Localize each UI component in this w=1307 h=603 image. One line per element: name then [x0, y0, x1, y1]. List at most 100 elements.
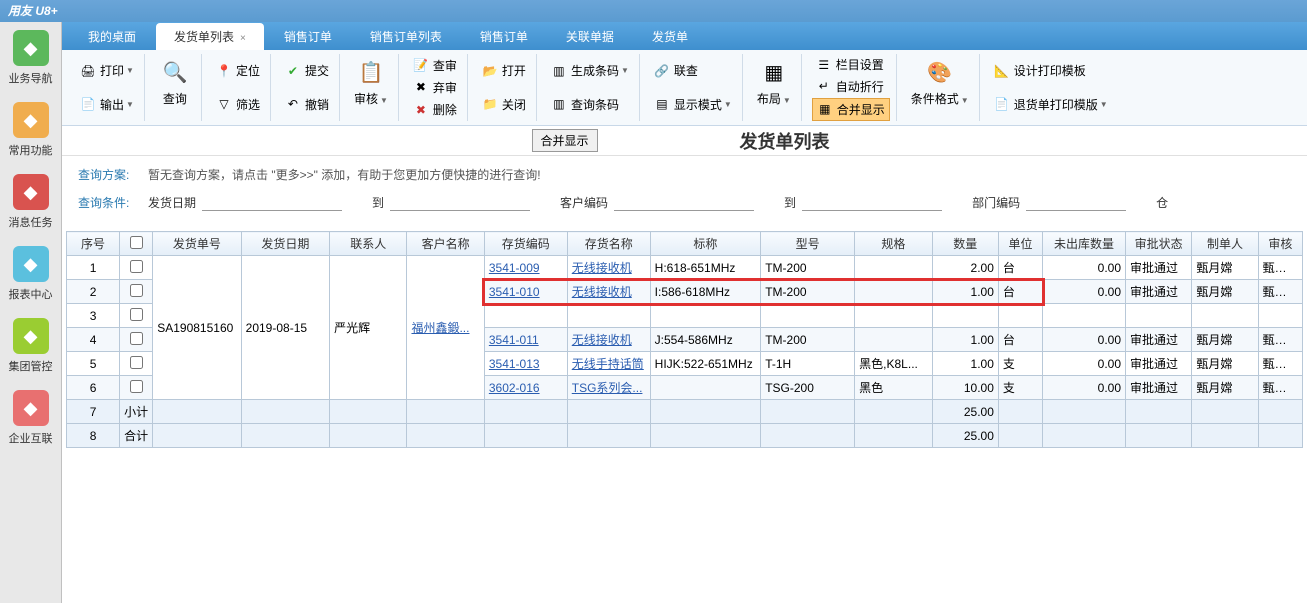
col-header[interactable]: 型号	[761, 232, 855, 256]
mergeshow-button[interactable]: ▦合并显示	[812, 98, 890, 121]
name-link[interactable]: 无线接收机	[572, 285, 632, 299]
name-link[interactable]: TSG系列会...	[572, 381, 643, 395]
ship-date-from-input[interactable]	[202, 193, 342, 211]
col-header[interactable]: 审核	[1258, 232, 1302, 256]
condfmt-button[interactable]: 🎨条件格式▼	[907, 54, 973, 109]
sidebar-label: 常用功能	[2, 142, 59, 158]
tab-1[interactable]: 发货单列表×	[156, 23, 264, 50]
sidebar-item-3[interactable]: ◆报表中心	[0, 238, 61, 310]
code-link[interactable]: 3541-009	[489, 261, 540, 275]
abandon-button[interactable]: ✖弃审	[409, 77, 461, 98]
code-link[interactable]: 3541-011	[489, 333, 539, 347]
col-header[interactable]: 标称	[650, 232, 761, 256]
tab-2[interactable]: 销售订单	[266, 23, 350, 50]
col-header[interactable]: 存货名称	[567, 232, 650, 256]
output-button[interactable]: 📄输出▼	[76, 94, 138, 115]
customer-link[interactable]: 福州鑫鍛...	[411, 321, 469, 335]
cell-spec: I:586-618MHz	[650, 280, 761, 304]
cell-status: 审批通过	[1126, 280, 1192, 304]
name-link[interactable]: 无线手持话筒	[572, 357, 644, 371]
tab-0[interactable]: 我的桌面	[70, 23, 154, 50]
chevron-down-icon: ▼	[621, 66, 629, 75]
open-button[interactable]: 📂打开	[478, 60, 530, 81]
print-button[interactable]: 🖨打印▼	[76, 60, 138, 81]
name-link[interactable]: 无线接收机	[572, 261, 632, 275]
col-header[interactable]: 单位	[998, 232, 1042, 256]
cell-auditor: 甄月嫦	[1258, 376, 1302, 400]
close-button[interactable]: 📁关闭	[478, 94, 530, 115]
col-header[interactable]: 未出库数量	[1043, 232, 1126, 256]
sidebar-item-2[interactable]: ◆消息任务	[0, 166, 61, 238]
cell-std	[855, 256, 932, 280]
cell-spec	[650, 304, 761, 328]
audit-button[interactable]: 📝查审	[409, 55, 461, 76]
tab-6[interactable]: 发货单	[634, 23, 706, 50]
row-checkbox[interactable]	[130, 356, 143, 369]
designprint-button[interactable]: 📐设计打印模板	[990, 60, 1112, 81]
cell-maker: 甄月嫦	[1192, 256, 1258, 280]
select-all-checkbox[interactable]	[130, 236, 143, 249]
layout-button[interactable]: ▦布局▼	[753, 54, 795, 109]
approve-button[interactable]: 📋审核▼	[350, 54, 392, 109]
gencode-button[interactable]: ▥生成条码▼	[547, 60, 633, 81]
colset-button[interactable]: ☰栏目设置	[812, 54, 890, 75]
tab-5[interactable]: 关联单据	[548, 23, 632, 50]
cell-qty: 1.00	[932, 280, 998, 304]
row-checkbox[interactable]	[130, 260, 143, 273]
linkq-button[interactable]: 🔗联查	[650, 60, 736, 81]
col-header[interactable]: 存货编码	[484, 232, 567, 256]
delete-button[interactable]: ✖删除	[409, 99, 461, 120]
close-icon[interactable]: ×	[240, 33, 246, 44]
col-header[interactable]: 联系人	[330, 232, 407, 256]
view-icon: ▤	[654, 96, 670, 112]
row-checkbox[interactable]	[130, 308, 143, 321]
querycode-button[interactable]: ▥查询条码	[547, 94, 633, 115]
cell-status: 审批通过	[1126, 352, 1192, 376]
query-cond-label: 查询条件:	[78, 194, 138, 211]
cell-shipno: SA190815160	[153, 256, 241, 400]
locate-button[interactable]: 📍定位	[212, 60, 264, 81]
submit-button[interactable]: ✔提交	[281, 60, 333, 81]
returnprint-button[interactable]: 📄退货单打印模版▼	[990, 94, 1112, 115]
code-link[interactable]: 3602-016	[489, 381, 540, 395]
dept-code-input[interactable]	[1026, 193, 1126, 211]
merge-display-button[interactable]: 合并显示	[531, 129, 597, 152]
name-link[interactable]: 无线接收机	[572, 333, 632, 347]
dispmode-button[interactable]: ▤显示模式▼	[650, 94, 736, 115]
autowrap-button[interactable]: ↵自动折行	[812, 76, 890, 97]
tab-label: 我的桌面	[88, 30, 136, 44]
cust-code-to-input[interactable]	[802, 193, 942, 211]
sidebar-item-0[interactable]: ◆业务导航	[0, 22, 61, 94]
filter-button[interactable]: ▽筛选	[212, 94, 264, 115]
sidebar-item-5[interactable]: ◆企业互联	[0, 382, 61, 454]
chevron-down-icon: ▼	[783, 96, 791, 105]
sidebar-icon: ◆	[13, 30, 49, 66]
col-header[interactable]: 审批状态	[1126, 232, 1192, 256]
code-link[interactable]: 3541-010	[489, 285, 540, 299]
row-checkbox[interactable]	[130, 332, 143, 345]
query-button[interactable]: 🔍查询	[155, 54, 195, 109]
col-header[interactable]: 数量	[932, 232, 998, 256]
cust-code-from-input[interactable]	[614, 193, 754, 211]
col-header[interactable]: 序号	[67, 232, 120, 256]
row-checkbox[interactable]	[130, 284, 143, 297]
code-link[interactable]: 3541-013	[489, 357, 540, 371]
col-header[interactable]	[120, 232, 153, 256]
col-header[interactable]: 客户名称	[407, 232, 484, 256]
col-header[interactable]: 规格	[855, 232, 932, 256]
col-header[interactable]: 制单人	[1192, 232, 1258, 256]
col-header[interactable]: 发货单号	[153, 232, 241, 256]
revoke-button[interactable]: ↶撤销	[281, 94, 333, 115]
row-checkbox[interactable]	[130, 380, 143, 393]
tab-4[interactable]: 销售订单	[462, 23, 546, 50]
query-panel: 查询方案: 暂无查询方案，请点击 "更多>>" 添加，有助于您更加方便快捷的进行…	[62, 156, 1307, 231]
col-header[interactable]: 发货日期	[241, 232, 329, 256]
cell-qty	[932, 304, 998, 328]
sidebar-item-1[interactable]: ◆常用功能	[0, 94, 61, 166]
ship-date-to-input[interactable]	[390, 193, 530, 211]
to-label-2: 到	[784, 194, 796, 211]
table-row[interactable]: 1SA1908151602019-08-15严光辉福州鑫鍛...3541-009…	[67, 256, 1303, 280]
sidebar-item-4[interactable]: ◆集团管控	[0, 310, 61, 382]
tab-label: 销售订单	[284, 30, 332, 44]
tab-3[interactable]: 销售订单列表	[352, 23, 460, 50]
